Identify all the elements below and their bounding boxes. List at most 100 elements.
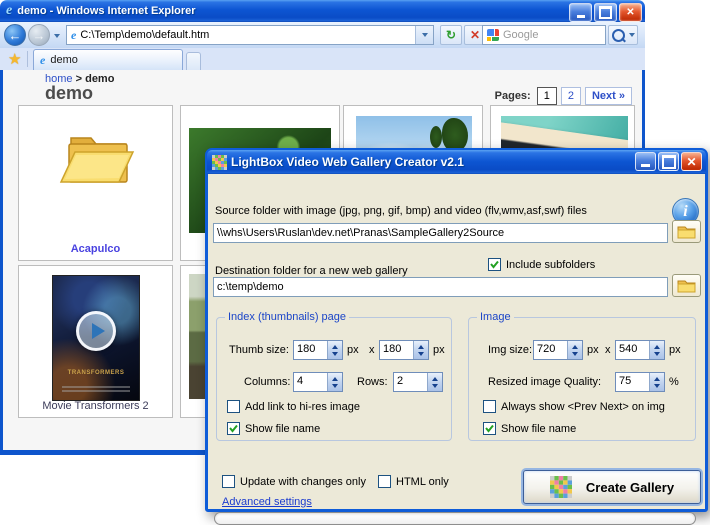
index-show-filename-checkbox[interactable] <box>227 422 240 435</box>
spinner-arrows-icon[interactable] <box>327 341 342 359</box>
dialog-titlebar[interactable]: LightBox Video Web Gallery Creator v2.1 … <box>207 150 706 174</box>
dialog-close-button[interactable]: ✕ <box>681 152 702 171</box>
minimize-button[interactable] <box>569 3 592 22</box>
check-icon <box>489 259 500 270</box>
search-go-button[interactable] <box>608 25 638 45</box>
create-gallery-button[interactable]: Create Gallery <box>523 470 701 504</box>
tab-demo[interactable]: e demo <box>33 49 183 70</box>
search-options-icon <box>629 33 635 37</box>
html-only-label: HTML only <box>396 476 449 488</box>
spinner-arrows-icon[interactable] <box>649 341 664 359</box>
thumbnail-cell-movie[interactable]: TRANSFORMERS Movie Transformers 2 <box>18 265 173 418</box>
spinner-arrows-icon[interactable] <box>567 341 582 359</box>
new-tab-stub[interactable] <box>186 52 201 70</box>
check-icon <box>484 423 495 434</box>
img-width-spinner[interactable]: 720 <box>533 340 583 360</box>
image-show-filename-checkbox[interactable] <box>483 422 496 435</box>
ie-logo-icon: e <box>6 3 12 19</box>
thumb-width-spinner[interactable]: 180 <box>293 340 343 360</box>
search-icon <box>612 29 625 42</box>
search-placeholder: Google <box>503 29 538 41</box>
browser-title: demo - Windows Internet Explorer <box>17 5 195 17</box>
dialog-window-controls: ✕ <box>635 152 702 171</box>
include-subfolders-checkbox[interactable] <box>488 258 501 271</box>
page-favicon-icon: e <box>71 28 76 43</box>
px-label: px <box>433 344 445 356</box>
page-2-button[interactable]: 2 <box>561 87 581 105</box>
destination-folder-input[interactable]: c:\temp\demo <box>213 277 668 297</box>
play-button[interactable] <box>76 311 116 351</box>
close-button[interactable]: ✕ <box>619 3 642 22</box>
search-input[interactable]: Google <box>482 25 606 45</box>
always-show-prevnext-checkbox[interactable] <box>483 400 496 413</box>
columns-spinner[interactable]: 4 <box>293 372 343 392</box>
google-logo-icon <box>487 29 499 41</box>
poster-title-text: TRANSFORMERS <box>53 370 139 376</box>
next-page-button[interactable]: Next » <box>585 87 632 105</box>
forward-icon: → <box>33 28 46 43</box>
index-show-filename-label: Show file name <box>245 423 320 435</box>
favorites-star-icon[interactable]: ★ <box>8 50 21 68</box>
thumbnail-cell-acapulco[interactable]: Acapulco <box>18 105 173 261</box>
refresh-button[interactable]: ↻ <box>440 25 462 45</box>
back-button[interactable]: ← <box>4 24 26 46</box>
img-size-label: Img size: <box>488 344 532 356</box>
img-width-value: 720 <box>534 341 567 359</box>
thumb-size-label: Thumb size: <box>229 344 289 356</box>
page-1-button[interactable]: 1 <box>537 87 557 105</box>
source-folder-input[interactable]: \\whs\Users\Ruslan\dev.net\Pranas\Sample… <box>213 223 668 243</box>
update-changes-only-label: Update with changes only <box>240 476 366 488</box>
spinner-arrows-icon[interactable] <box>327 373 342 391</box>
quality-spinner[interactable]: 75 <box>615 372 665 392</box>
check-icon <box>228 423 239 434</box>
px-label: px <box>347 344 359 356</box>
minimize-icon <box>577 15 585 18</box>
html-only-checkbox[interactable] <box>378 475 391 488</box>
tab-favicon-icon: e <box>40 53 45 68</box>
quality-value: 75 <box>616 373 649 391</box>
movie-poster-image[interactable]: TRANSFORMERS <box>52 275 140 401</box>
source-browse-button[interactable] <box>672 220 701 243</box>
x-label: x <box>369 344 375 356</box>
always-show-prevnext-label: Always show <Prev Next> on img <box>501 401 665 413</box>
source-folder-label: Source folder with image (jpg, png, gif,… <box>215 205 587 217</box>
dialog-body: i Source folder with image (jpg, png, gi… <box>208 172 705 509</box>
spinner-arrows-icon[interactable] <box>427 373 442 391</box>
thumbnail-caption[interactable]: Movie Transformers 2 <box>19 400 172 412</box>
dialog-maximize-button[interactable] <box>658 152 679 171</box>
image-group: Image Img size: 720 px x 540 px Resized … <box>468 317 696 441</box>
px-label: px <box>669 344 681 356</box>
img-height-spinner[interactable]: 540 <box>615 340 665 360</box>
history-dropdown-icon[interactable] <box>54 34 60 38</box>
stop-icon: ✕ <box>470 28 480 42</box>
tab-label: demo <box>50 54 78 66</box>
destination-browse-button[interactable] <box>672 274 701 297</box>
browser-titlebar[interactable]: e demo - Windows Internet Explorer ✕ <box>0 0 645 22</box>
close-icon: ✕ <box>686 155 696 169</box>
browser-toolbar: ← → e C:\Temp\demo\default.htm ↻ ✕ Googl… <box>0 22 645 49</box>
update-changes-only-checkbox[interactable] <box>222 475 235 488</box>
percent-label: % <box>669 376 679 388</box>
rows-spinner[interactable]: 2 <box>393 372 443 392</box>
window-controls: ✕ <box>569 3 642 22</box>
tree-shape <box>430 126 442 148</box>
minimize-icon <box>641 164 650 167</box>
image-group-title: Image <box>477 311 514 323</box>
address-bar[interactable]: e C:\Temp\demo\default.htm <box>66 25 434 45</box>
spinner-arrows-icon[interactable] <box>649 373 664 391</box>
create-gallery-label: Create Gallery <box>586 480 674 495</box>
forward-button[interactable]: → <box>28 24 50 46</box>
address-text: C:\Temp\demo\default.htm <box>80 29 209 41</box>
add-link-hires-checkbox[interactable] <box>227 400 240 413</box>
maximize-button[interactable] <box>594 3 617 22</box>
gallery-mosaic-icon <box>550 476 572 498</box>
advanced-settings-link[interactable]: Advanced settings <box>222 496 312 508</box>
spinner-arrows-icon[interactable] <box>413 341 428 359</box>
thumbnail-caption[interactable]: Acapulco <box>19 243 172 255</box>
thumb-height-spinner[interactable]: 180 <box>379 340 429 360</box>
chevron-down-icon <box>422 33 428 37</box>
rows-label: Rows: <box>357 376 388 388</box>
dialog-title: LightBox Video Web Gallery Creator v2.1 <box>231 155 464 169</box>
address-dropdown-button[interactable] <box>415 26 433 44</box>
dialog-minimize-button[interactable] <box>635 152 656 171</box>
